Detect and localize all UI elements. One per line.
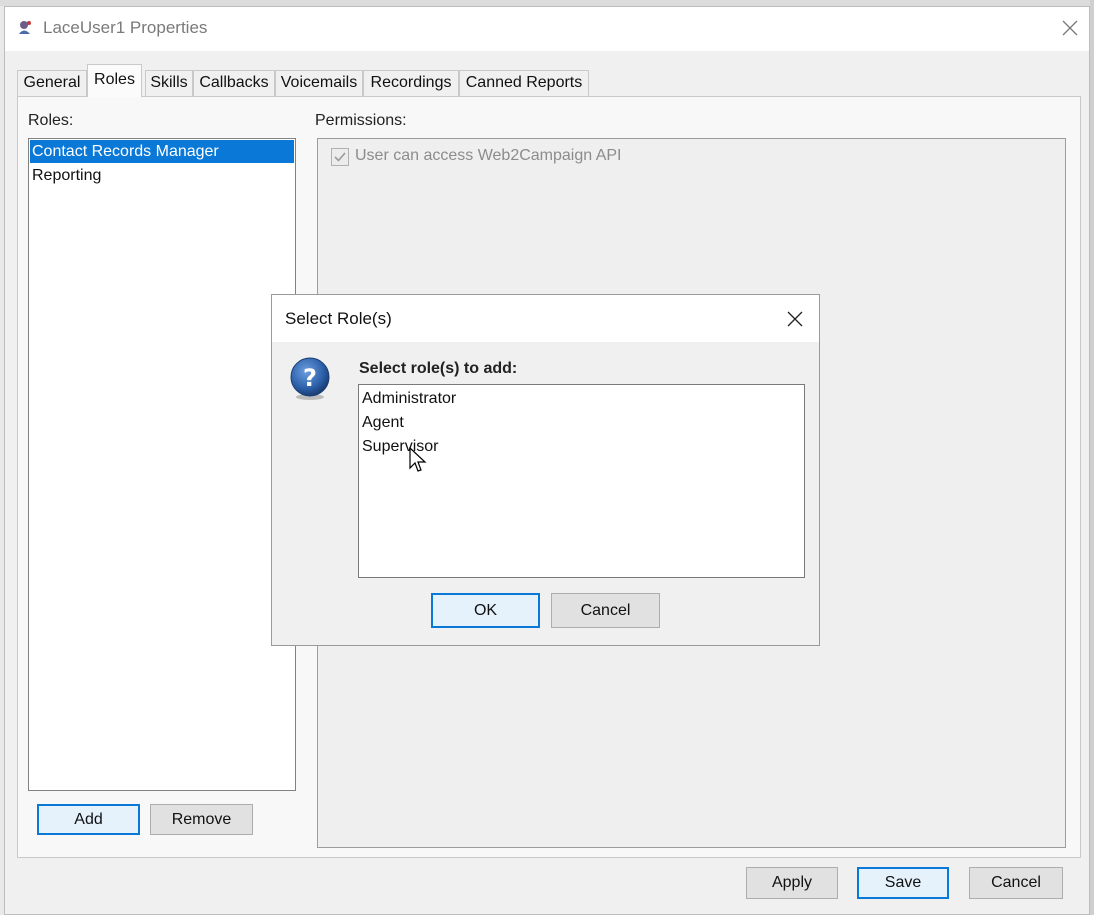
tab-general[interactable]: General (17, 70, 87, 96)
tab-callbacks[interactable]: Callbacks (193, 70, 275, 96)
save-button[interactable]: Save (857, 867, 949, 899)
apply-button[interactable]: Apply (746, 867, 838, 899)
close-icon (787, 311, 803, 327)
app-icon (17, 19, 33, 35)
permissions-label: Permissions: (315, 112, 407, 129)
dialog-prompt: Select role(s) to add: (359, 360, 518, 377)
tab-voicemails[interactable]: Voicemails (275, 70, 363, 96)
role-item-contact-records-manager[interactable]: Contact Records Manager (30, 140, 294, 163)
close-icon (1062, 20, 1078, 36)
roles-label: Roles: (28, 112, 74, 129)
tab-canned-reports[interactable]: Canned Reports (459, 70, 589, 96)
window-titlebar: LaceUser1 Properties (5, 7, 1089, 51)
dialog-titlebar: Select Role(s) (272, 295, 819, 342)
dialog-cancel-button[interactable]: Cancel (551, 593, 660, 628)
svg-text:?: ? (303, 364, 317, 392)
tab-roles[interactable]: Roles (87, 64, 142, 97)
window-title: LaceUser1 Properties (43, 18, 208, 37)
option-supervisor[interactable]: Supervisor (360, 435, 800, 458)
select-roles-dialog: Select Role(s) ? Select role(s) to add: … (271, 294, 820, 646)
permission-label: User can access Web2Campaign API (355, 147, 622, 164)
checkmark-icon (334, 152, 346, 162)
option-administrator[interactable]: Administrator (360, 387, 800, 410)
tab-recordings[interactable]: Recordings (363, 70, 459, 96)
window-close-button[interactable] (1055, 13, 1085, 43)
dialog-close-button[interactable] (779, 303, 811, 335)
role-item-reporting[interactable]: Reporting (30, 164, 294, 187)
available-roles-list[interactable]: Administrator Agent Supervisor (358, 384, 805, 578)
remove-role-button[interactable]: Remove (150, 804, 253, 835)
dialog-title: Select Role(s) (285, 309, 392, 328)
permission-checkbox[interactable] (331, 148, 349, 166)
add-role-button[interactable]: Add (37, 804, 140, 835)
roles-list[interactable]: Contact Records Manager Reporting (28, 138, 296, 791)
tab-skills[interactable]: Skills (145, 70, 193, 96)
desktop-edge (1090, 0, 1094, 915)
ok-button[interactable]: OK (431, 593, 540, 628)
question-icon: ? (288, 357, 332, 401)
option-agent[interactable]: Agent (360, 411, 800, 434)
cancel-button[interactable]: Cancel (969, 867, 1063, 899)
